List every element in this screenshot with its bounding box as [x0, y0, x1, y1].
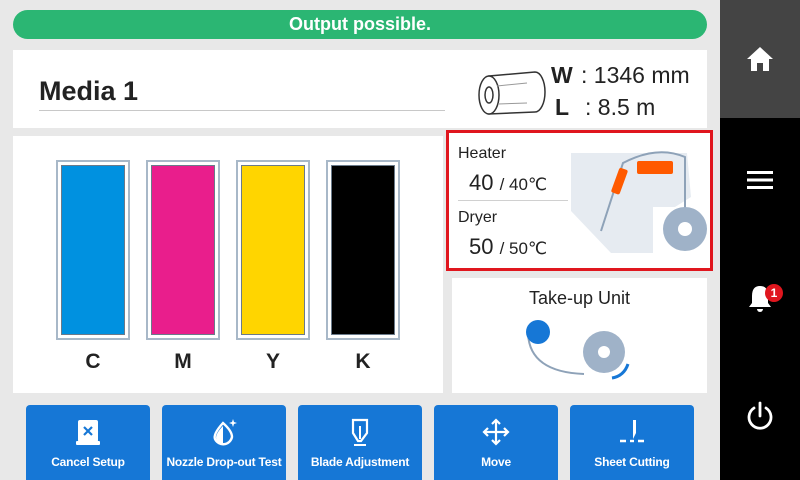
ink-cartridge-k[interactable]	[326, 160, 400, 340]
cancel-setup-label: Cancel Setup	[51, 455, 125, 469]
media-width: W : 1346 mm	[551, 62, 690, 89]
heater-panel[interactable]: Heater 40 / 40℃ Dryer 50 / 50℃	[446, 130, 713, 271]
home-icon	[747, 47, 773, 71]
ink-level-k	[331, 165, 395, 335]
ink-label-k: K	[355, 350, 371, 373]
blade-icon	[351, 418, 369, 446]
power-icon	[747, 401, 773, 430]
nozzle-dropout-test-label: Nozzle Drop-out Test	[166, 455, 282, 469]
sheet-cut-icon	[620, 420, 644, 443]
heater-diagram-icon	[571, 151, 707, 253]
media-length: L : 8.5 m	[555, 94, 655, 121]
ink-level-m	[151, 165, 215, 335]
blade-adjustment-button[interactable]: Blade Adjustment	[298, 405, 422, 480]
length-value: : 8.5 m	[585, 94, 656, 120]
move-button[interactable]: Move	[434, 405, 558, 480]
ink-cartridge-c[interactable]	[56, 160, 130, 340]
heater-temperature: 40 / 40℃	[469, 170, 547, 196]
dryer-target: / 50℃	[499, 239, 548, 258]
move-arrows-icon	[482, 418, 510, 446]
takeup-title: Take-up Unit	[528, 288, 631, 308]
ink-label-y: Y	[265, 350, 280, 373]
media-name: Media 1	[39, 76, 139, 106]
ink-label-m: M	[174, 350, 192, 373]
takeup-unit-panel[interactable]: Take-up Unit	[452, 278, 707, 393]
media-name-underline	[39, 110, 445, 111]
dryer-current: 50	[469, 234, 494, 259]
heater-divider	[458, 200, 568, 201]
sheet-cutting-button[interactable]: Sheet Cutting	[570, 405, 694, 480]
sheet-cutting-label: Sheet Cutting	[594, 455, 670, 469]
width-key: W	[551, 62, 573, 88]
ink-cartridge-m[interactable]	[146, 160, 220, 340]
nozzle-dropout-test-button[interactable]: Nozzle Drop-out Test	[162, 405, 286, 480]
status-banner: Output possible.	[13, 10, 707, 39]
ink-level-c	[61, 165, 125, 335]
menu-icon	[747, 171, 773, 189]
heater-target: / 40℃	[499, 175, 548, 194]
ink-label-c: C	[85, 350, 101, 373]
heater-label: Heater	[458, 145, 507, 162]
dryer-label: Dryer	[458, 209, 498, 226]
ink-cartridge-y[interactable]	[236, 160, 310, 340]
status-text: Output possible.	[289, 14, 431, 34]
home-button[interactable]	[720, 0, 800, 118]
dryer-temperature: 50 / 50℃	[469, 234, 547, 260]
blade-adjustment-label: Blade Adjustment	[310, 455, 410, 469]
power-button[interactable]	[720, 386, 800, 446]
heater-current: 40	[469, 170, 494, 195]
ink-panel[interactable]: C M Y K	[13, 136, 443, 393]
side-navigation: 1	[720, 0, 800, 480]
cancel-setup-button[interactable]: Cancel Setup	[26, 405, 150, 480]
width-value: : 1346 mm	[581, 62, 690, 88]
move-label: Move	[481, 455, 511, 469]
length-key: L	[555, 94, 570, 120]
media-panel[interactable]: Media 1 W : 1346 mm L : 8.5 m	[13, 50, 707, 128]
ink-level-y	[241, 165, 305, 335]
cancel-setup-icon	[76, 420, 100, 445]
media-roll-icon	[478, 71, 546, 115]
nozzle-test-icon	[213, 419, 237, 446]
takeup-diagram-icon	[526, 320, 630, 380]
notifications-button[interactable]: 1	[720, 268, 800, 328]
menu-button[interactable]	[720, 150, 800, 210]
notification-badge: 1	[765, 284, 783, 302]
